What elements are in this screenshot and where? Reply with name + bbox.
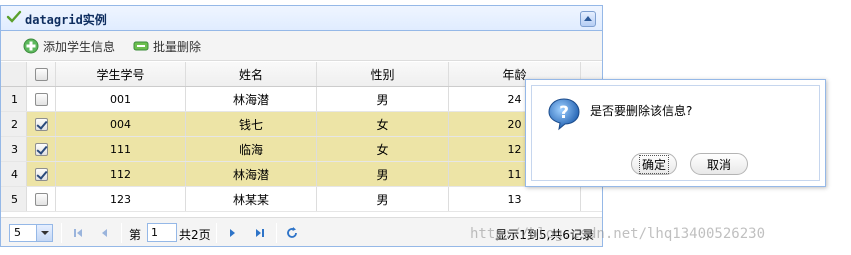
cell-sex: 男 xyxy=(317,162,449,186)
confirm-dialog: ? 是否要删除该信息? 确定 取消 xyxy=(525,79,826,187)
table-row[interactable]: 3 111 临海 女 12 xyxy=(1,137,602,162)
remove-icon xyxy=(133,41,149,51)
watermark: http://blog.csdn.net/lhq13400526230 xyxy=(470,226,766,242)
question-icon: ? xyxy=(548,98,580,131)
row-number: 3 xyxy=(1,137,27,161)
cancel-label: 取消 xyxy=(706,157,731,172)
row-checkbox[interactable] xyxy=(34,167,48,181)
cell-sex: 女 xyxy=(317,112,449,136)
panel-title: datagrid实例 xyxy=(25,13,107,27)
separator xyxy=(216,223,217,243)
add-student-button[interactable]: 添加学生信息 xyxy=(23,37,115,55)
refresh-icon[interactable] xyxy=(285,226,299,240)
row-checkbox[interactable] xyxy=(34,117,48,131)
page-prefix: 第 xyxy=(129,228,142,242)
cell-id: 112 xyxy=(56,162,186,186)
svg-text:?: ? xyxy=(559,103,569,123)
select-all-cell xyxy=(27,62,56,86)
rownumber-header xyxy=(1,62,27,86)
row-number: 4 xyxy=(1,162,27,186)
batch-delete-button[interactable]: 批量删除 xyxy=(133,37,201,55)
page-size-value: 5 xyxy=(14,226,21,239)
page-total: 共2页 xyxy=(179,228,211,242)
select-all-checkbox[interactable] xyxy=(34,67,48,81)
toolbar: 添加学生信息 批量删除 xyxy=(1,31,602,61)
confirm-cancel-button[interactable]: 取消 xyxy=(690,153,748,175)
prev-page-icon[interactable] xyxy=(97,226,111,240)
dialog-message: 是否要删除该信息? xyxy=(590,104,693,118)
cell-sex: 男 xyxy=(317,187,449,211)
next-page-icon[interactable] xyxy=(226,226,240,240)
cell-name: 临海 xyxy=(186,137,317,161)
add-student-label: 添加学生信息 xyxy=(43,39,116,54)
separator xyxy=(276,223,277,243)
batch-delete-label: 批量删除 xyxy=(153,39,202,54)
grid-header: 学生学号 姓名 性别 年龄 xyxy=(1,62,602,87)
table-row[interactable]: 1 001 林海潜 男 24 xyxy=(1,87,602,112)
row-number: 5 xyxy=(1,187,27,211)
cell-age: 13 xyxy=(449,187,581,211)
cell-name: 林某某 xyxy=(186,187,317,211)
column-header-name[interactable]: 姓名 xyxy=(186,62,317,86)
dialog-body: ? 是否要删除该信息? 确定 取消 xyxy=(531,85,820,181)
table-row[interactable]: 5 123 林某某 男 13 xyxy=(1,187,602,212)
first-page-icon[interactable] xyxy=(71,226,85,240)
cell-sex: 男 xyxy=(317,87,449,111)
table-row[interactable]: 2 004 钱七 女 20 xyxy=(1,112,602,137)
cell-sex: 女 xyxy=(317,137,449,161)
checkmark-icon xyxy=(6,10,22,23)
row-checkbox[interactable] xyxy=(34,142,48,156)
cell-id: 111 xyxy=(56,137,186,161)
column-header-sex[interactable]: 性别 xyxy=(317,62,449,86)
separator xyxy=(121,223,122,243)
datagrid-panel: datagrid实例 添加学生信息 批量删除 学生学号 姓名 性别 年龄 1 0… xyxy=(0,5,603,247)
panel-header: datagrid实例 xyxy=(1,6,602,31)
cell-id: 123 xyxy=(56,187,186,211)
cell-name: 林海潜 xyxy=(186,162,317,186)
chevron-down-icon[interactable] xyxy=(36,225,52,241)
row-checkbox[interactable] xyxy=(34,92,48,106)
row-number: 2 xyxy=(1,112,27,136)
datagrid: 学生学号 姓名 性别 年龄 1 001 林海潜 男 24 2 004 钱七 女 … xyxy=(1,62,602,217)
column-header-id[interactable]: 学生学号 xyxy=(56,62,186,86)
page-number-input[interactable]: 1 xyxy=(147,223,177,242)
cell-name: 钱七 xyxy=(186,112,317,136)
collapse-button[interactable] xyxy=(580,11,596,27)
separator xyxy=(61,223,62,243)
cell-id: 001 xyxy=(56,87,186,111)
cell-id: 004 xyxy=(56,112,186,136)
cell-name: 林海潜 xyxy=(186,87,317,111)
row-checkbox[interactable] xyxy=(34,192,48,206)
last-page-icon[interactable] xyxy=(253,226,267,240)
page-size-select[interactable]: 5 xyxy=(9,224,53,242)
confirm-ok-button[interactable]: 确定 xyxy=(631,153,677,175)
row-number: 1 xyxy=(1,87,27,111)
table-row[interactable]: 4 112 林海潜 男 11 xyxy=(1,162,602,187)
add-icon xyxy=(23,38,39,54)
ok-label: 确定 xyxy=(638,154,669,174)
